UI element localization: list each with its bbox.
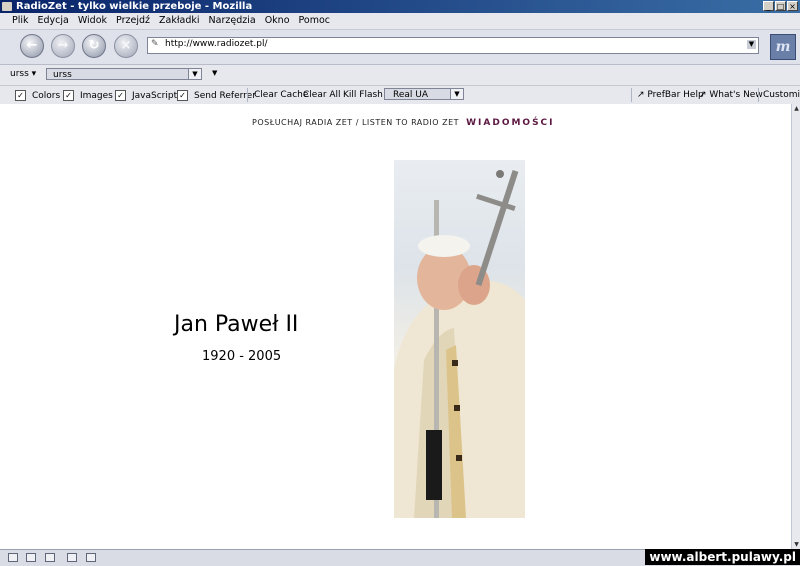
page-header: POSŁUCHAJ RADIA ZET / LISTEN TO RADIO ZE…: [252, 118, 555, 128]
toolbar-separator: [247, 88, 248, 102]
colors-label: Colors: [32, 90, 61, 101]
vertical-scrollbar[interactable]: ▲ ▼: [791, 104, 800, 549]
close-button[interactable]: ×: [787, 1, 798, 11]
checkbox-check-icon: ✓: [63, 90, 74, 101]
back-arrow-icon: ←: [26, 38, 38, 53]
toolbar-dropdown-icon[interactable]: ▼: [212, 69, 217, 77]
url-bar[interactable]: ✎ http://www.radiozet.pl/ ▼: [147, 37, 759, 54]
clear-cache-button[interactable]: Clear Cache: [254, 90, 308, 100]
checkbox-check-icon: ✓: [177, 90, 188, 101]
prefbar-toolbar: ✓ Colors ✓ Images ✓ JavaScript ✓ Send Re…: [0, 86, 800, 105]
listen-link[interactable]: POSŁUCHAJ RADIA ZET / LISTEN TO RADIO ZE…: [252, 118, 459, 127]
user-agent-select[interactable]: Real UA ▼: [384, 88, 464, 100]
colors-checkbox[interactable]: ✓ Colors: [15, 90, 60, 101]
watermark-text: www.albert.pulawy.pl: [645, 549, 800, 565]
stop-icon: ×: [120, 38, 132, 53]
forward-button[interactable]: →: [51, 34, 75, 58]
address-book-icon[interactable]: [67, 553, 77, 562]
scroll-up-icon[interactable]: ▲: [793, 105, 800, 112]
menu-bar: Plik Edycja Widok Przejdź Zakładki Narzę…: [0, 13, 800, 30]
stop-button[interactable]: ×: [114, 34, 138, 58]
profile-select[interactable]: urss ▼: [46, 68, 202, 80]
reload-icon: ↻: [88, 38, 100, 53]
prefbar-help-button[interactable]: ↗ PrefBar Help: [637, 90, 704, 100]
chevron-down-icon: ▼: [188, 69, 201, 79]
menu-item-window[interactable]: Okno: [265, 15, 290, 26]
maximize-button[interactable]: □: [775, 1, 786, 11]
scroll-down-icon[interactable]: ▼: [793, 541, 800, 548]
mozilla-throbber-icon[interactable]: m: [770, 34, 796, 60]
checkbox-check-icon: ✓: [115, 90, 126, 101]
page-proxy-icon: ✎: [151, 39, 159, 49]
send-referrer-checkbox[interactable]: ✓ Send Referrer: [177, 90, 256, 101]
menu-item-tools[interactable]: Narzędzia: [209, 15, 256, 26]
chevron-down-icon: ▼: [450, 89, 463, 99]
portrait-illustration: [394, 170, 525, 518]
pope-portrait-image: [394, 160, 525, 518]
window-titlebar: RadioZet - tylko wielkie przeboje - Mozi…: [0, 0, 800, 13]
memorial-years: 1920 - 2005: [202, 349, 282, 364]
menu-item-bookmarks[interactable]: Zakładki: [159, 15, 200, 26]
kill-flash-button[interactable]: Kill Flash: [343, 90, 383, 100]
url-dropdown-icon[interactable]: ▼: [747, 40, 756, 49]
menu-item-help[interactable]: Pomoc: [299, 15, 331, 26]
navigator-icon[interactable]: [8, 553, 18, 562]
customize-button[interactable]: Customize: [763, 90, 800, 100]
clear-all-button[interactable]: Clear All: [303, 90, 341, 100]
page-content: POSŁUCHAJ RADIA ZET / LISTEN TO RADIO ZE…: [0, 104, 791, 549]
profile-menu[interactable]: urss ▾: [10, 69, 36, 79]
window-title: RadioZet - tylko wielkie przeboje - Mozi…: [16, 1, 253, 12]
toolbar-separator: [758, 88, 759, 102]
toolbar-separator: [631, 88, 632, 102]
news-link[interactable]: WIADOMOŚCI: [466, 118, 554, 128]
mail-icon[interactable]: [26, 553, 36, 562]
profile-select-value: urss: [53, 70, 72, 80]
checkbox-check-icon: ✓: [15, 90, 26, 101]
javascript-label: JavaScript: [132, 90, 178, 101]
javascript-checkbox[interactable]: ✓ JavaScript: [115, 90, 177, 101]
navigation-toolbar: ← → ↻ × ✎ http://www.radiozet.pl/ ▼ m: [0, 30, 800, 65]
minimize-button[interactable]: _: [763, 1, 774, 11]
menu-item-file[interactable]: Plik: [12, 15, 29, 26]
memorial-name: Jan Paweł II: [174, 312, 299, 337]
chat-icon[interactable]: [86, 553, 96, 562]
user-agent-value: Real UA: [393, 90, 429, 100]
personal-toolbar: urss ▾ urss ▼ ▼: [0, 65, 800, 86]
menu-item-go[interactable]: Przejdź: [116, 15, 150, 26]
whats-new-button[interactable]: ↗ What's New: [699, 90, 763, 100]
images-label: Images: [80, 90, 113, 101]
menu-item-view[interactable]: Widok: [78, 15, 107, 26]
reload-button[interactable]: ↻: [82, 34, 106, 58]
forward-arrow-icon: →: [57, 38, 69, 53]
menu-item-edit[interactable]: Edycja: [38, 15, 69, 26]
url-text[interactable]: http://www.radiozet.pl/: [165, 39, 268, 49]
back-button[interactable]: ←: [20, 34, 44, 58]
mozilla-app-icon: [2, 2, 12, 11]
images-checkbox[interactable]: ✓ Images: [63, 90, 113, 101]
composer-icon[interactable]: [45, 553, 55, 562]
